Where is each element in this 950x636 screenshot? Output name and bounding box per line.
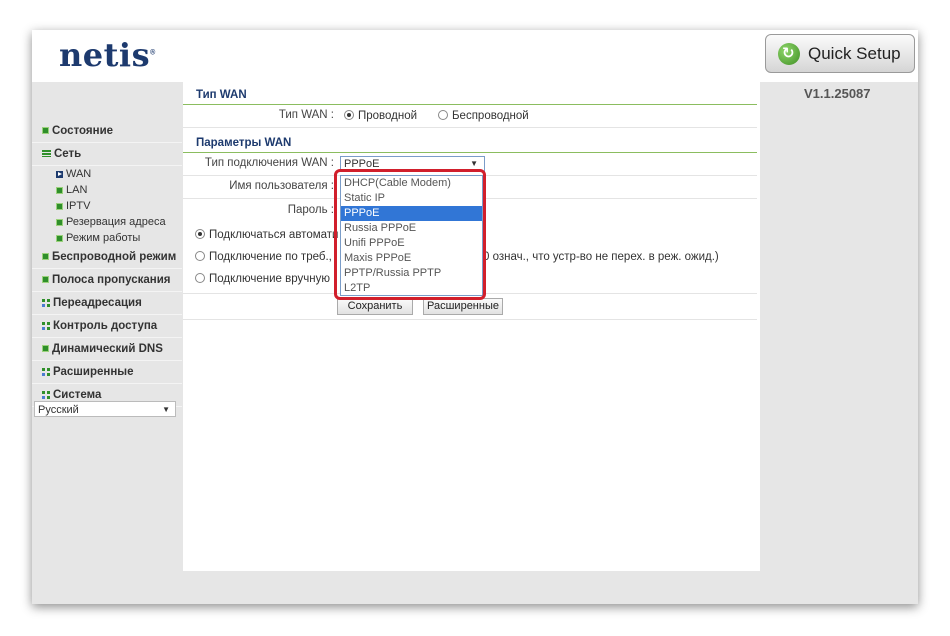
sidebar-item-bandwidth[interactable]: Полоса пропускания	[32, 269, 182, 292]
wan-type-label: Тип WAN :	[278, 109, 334, 121]
advanced-icon	[42, 367, 50, 376]
bandwidth-icon	[42, 276, 49, 284]
router-admin-window: netis® Quick Setup V1.1.25087 Состояние …	[32, 30, 918, 604]
access-control-icon	[42, 321, 50, 330]
connection-type-dropdown: DHCP(Cable Modem) Static IP PPPoE Russia…	[340, 175, 483, 296]
radio-dot-icon	[438, 110, 448, 120]
connection-type-label: Тип подключения WAN :	[204, 157, 334, 169]
mode-hint: 0 означ., что устр-во не перех. в реж. о…	[483, 251, 719, 263]
bullet-icon	[56, 218, 63, 226]
mode-on-demand[interactable]: Подключение по треб.,	[195, 251, 332, 263]
arrow-icon	[56, 170, 63, 178]
section-wan-params: Параметры WAN	[183, 132, 757, 153]
network-icon	[42, 150, 51, 158]
option-unifi-pppoe[interactable]: Unifi PPPoE	[341, 236, 482, 251]
option-maxis-pppoe[interactable]: Maxis PPPoE	[341, 251, 482, 266]
button-row: Сохранить Расширенные	[183, 293, 757, 320]
sidebar-item-access-control[interactable]: Контроль доступа	[32, 315, 182, 338]
radio-dot-icon	[195, 251, 205, 261]
quick-setup-button[interactable]: Quick Setup	[765, 34, 915, 73]
forwarding-icon	[42, 298, 50, 307]
section-title: Тип WAN	[196, 89, 247, 101]
sidebar-item-status[interactable]: Состояние	[32, 120, 182, 143]
status-icon	[42, 127, 49, 135]
bullet-icon	[56, 186, 63, 194]
radio-wired[interactable]: Проводной	[344, 110, 417, 122]
netis-logo: netis®	[59, 36, 156, 74]
ddns-icon	[42, 345, 49, 353]
sidebar-item-advanced[interactable]: Расширенные	[32, 361, 182, 384]
radio-dot-icon	[195, 273, 205, 283]
mode-manual[interactable]: Подключение вручную	[195, 273, 330, 285]
radio-dot-icon	[344, 110, 354, 120]
wireless-icon	[42, 253, 49, 261]
save-button[interactable]: Сохранить	[337, 298, 413, 315]
advanced-button[interactable]: Расширенные	[423, 298, 503, 315]
section-title: Параметры WAN	[196, 137, 292, 149]
sidebar-subitem-lan[interactable]: LAN	[32, 182, 182, 198]
header: netis® Quick Setup	[32, 30, 918, 82]
sidebar: Состояние Сеть WAN LAN IPTV Резервация а…	[32, 120, 182, 407]
main-content: Тип WAN Тип WAN : Проводной Беспроводной…	[183, 82, 760, 571]
sidebar-subitem-iptv[interactable]: IPTV	[32, 198, 182, 214]
option-static-ip[interactable]: Static IP	[341, 191, 482, 206]
username-label: Имя пользователя :	[229, 180, 334, 192]
chevron-down-icon: ▼	[162, 405, 170, 414]
option-l2tp[interactable]: L2TP	[341, 281, 482, 296]
bullet-icon	[56, 234, 63, 242]
password-label: Пароль :	[287, 204, 334, 216]
sidebar-subitem-address-reservation[interactable]: Резервация адреса	[32, 214, 182, 230]
quick-setup-label: Quick Setup	[808, 43, 901, 63]
option-dhcp[interactable]: DHCP(Cable Modem)	[341, 176, 482, 191]
radio-dot-icon	[195, 229, 205, 239]
sidebar-item-ddns[interactable]: Динамический DNS	[32, 338, 182, 361]
firmware-version: V1.1.25087	[804, 86, 871, 101]
option-pptp[interactable]: PPTP/Russia PPTP	[341, 266, 482, 281]
sidebar-item-wireless[interactable]: Беспроводной режим	[32, 246, 182, 269]
wan-type-row: Тип WAN : Проводной Беспроводной	[183, 105, 757, 128]
connection-type-row: Тип подключения WAN : PPPoE ▼	[183, 153, 757, 176]
language-select[interactable]: Русский ▼	[34, 401, 176, 417]
option-russia-pppoe[interactable]: Russia PPPoE	[341, 221, 482, 236]
option-pppoe[interactable]: PPPoE	[341, 206, 482, 221]
sidebar-item-network[interactable]: Сеть	[32, 143, 182, 166]
sidebar-item-forwarding[interactable]: Переадресация	[32, 292, 182, 315]
sidebar-subitem-operation-mode[interactable]: Режим работы	[32, 230, 182, 246]
radio-wireless[interactable]: Беспроводной	[438, 110, 529, 122]
refresh-icon	[778, 42, 800, 65]
sidebar-subitem-wan[interactable]: WAN	[32, 166, 182, 182]
system-icon	[42, 390, 50, 399]
bullet-icon	[56, 202, 63, 210]
chevron-down-icon: ▼	[470, 159, 478, 168]
section-wan-type: Тип WAN	[183, 84, 757, 105]
connection-type-select[interactable]: PPPoE ▼	[340, 156, 485, 172]
mode-auto[interactable]: Подключаться автомати	[195, 229, 338, 241]
